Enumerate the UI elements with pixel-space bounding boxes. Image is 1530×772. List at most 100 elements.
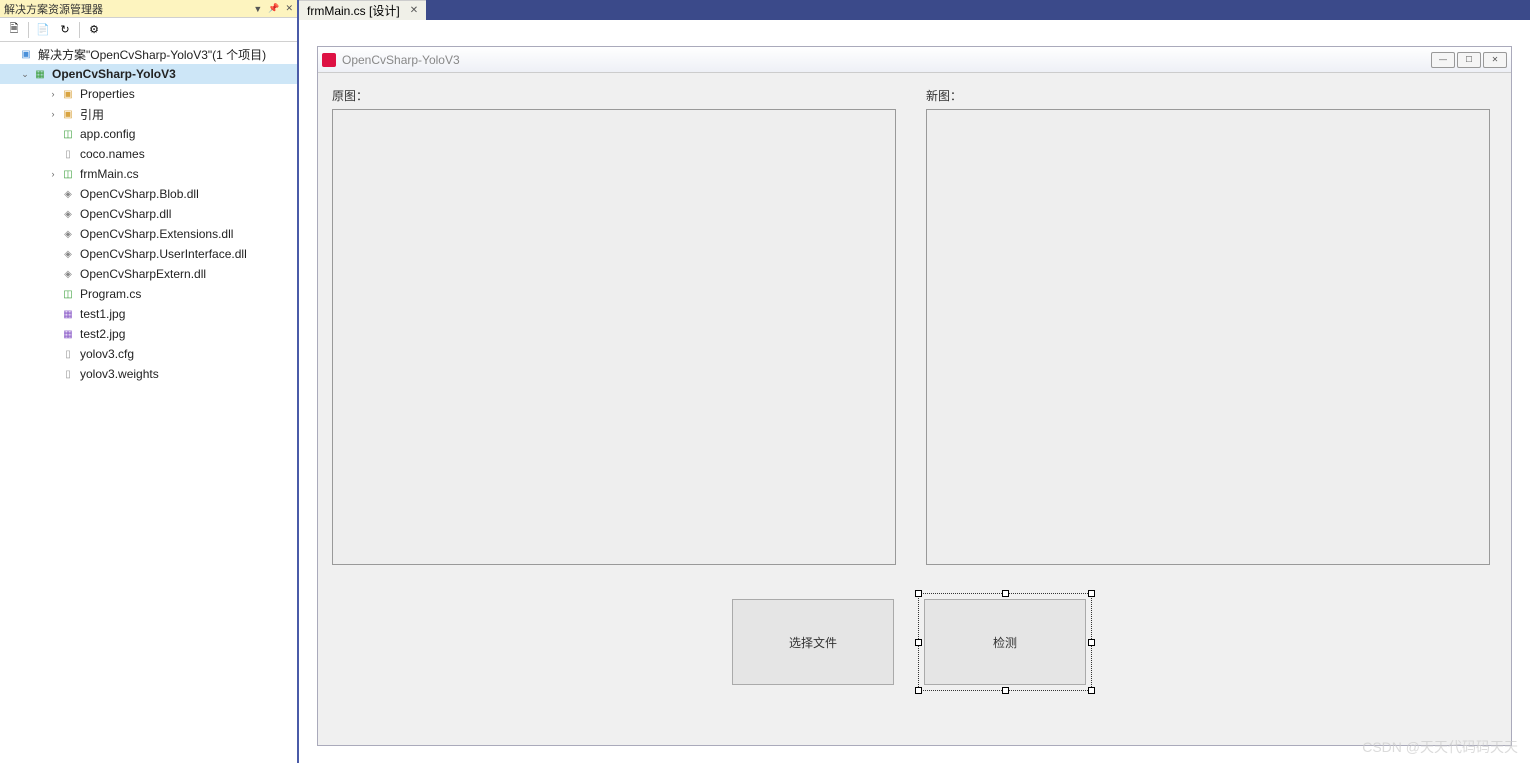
tree-item-label: Program.cs	[80, 287, 141, 301]
label-new[interactable]: 新图：	[926, 87, 962, 104]
tree-item-label: OpenCvSharp.Blob.dll	[80, 187, 199, 201]
tab-label: frmMain.cs [设计]	[307, 2, 400, 19]
tree-item-label: coco.names	[80, 147, 145, 161]
resize-handle[interactable]	[915, 590, 922, 597]
resize-handle[interactable]	[1002, 687, 1009, 694]
tree-item[interactable]: ◈ OpenCvSharp.UserInterface.dll	[0, 244, 297, 264]
img-icon: ▦	[60, 306, 76, 322]
dll-icon: ◈	[60, 266, 76, 282]
tree-item[interactable]: ▯ coco.names	[0, 144, 297, 164]
tree-item[interactable]: ◈ OpenCvSharp.Extensions.dll	[0, 224, 297, 244]
maximize-icon[interactable]: ☐	[1457, 52, 1481, 68]
dll-icon: ◈	[60, 226, 76, 242]
tree-item-label: Properties	[80, 87, 135, 101]
solution-explorer-panel: 解决方案资源管理器 ▼ 📌 ✕ 🗎 📄 ↻ ⚙ ▣ 解决方案"OpenCvSha…	[0, 0, 299, 763]
button-label: 选择文件	[789, 634, 837, 651]
img-icon: ▦	[60, 326, 76, 342]
toolbar-properties-icon[interactable]: 🗎	[4, 20, 24, 40]
tree-item-label: test2.jpg	[80, 327, 125, 341]
tree-item-label: OpenCvSharp.UserInterface.dll	[80, 247, 247, 261]
tree-item-label: OpenCvSharpExtern.dll	[80, 267, 206, 281]
tree-item[interactable]: ›◫frmMain.cs	[0, 164, 297, 184]
toolbar-separator	[79, 22, 80, 38]
form-titlebar: OpenCvSharp-YoloV3 — ☐ ✕	[318, 47, 1511, 73]
expander-icon[interactable]: ›	[46, 169, 60, 179]
tree-item-label: OpenCvSharp.dll	[80, 207, 171, 221]
panel-controls: ▼ 📌 ✕	[253, 3, 293, 14]
panel-header: 解决方案资源管理器 ▼ 📌 ✕	[0, 0, 297, 18]
tree-item-label: OpenCvSharp.Extensions.dll	[80, 227, 233, 241]
form-title: OpenCvSharp-YoloV3	[342, 53, 460, 67]
minimize-icon[interactable]: —	[1431, 52, 1455, 68]
resize-handle[interactable]	[1088, 639, 1095, 646]
project-node[interactable]: ⌄ ▦ OpenCvSharp-YoloV3	[0, 64, 297, 84]
form-app-icon	[322, 53, 336, 67]
designer-surface[interactable]: OpenCvSharp-YoloV3 — ☐ ✕ 原图： 新图： 选择文件 检测	[299, 20, 1530, 772]
resize-handle[interactable]	[915, 687, 922, 694]
folder-icon: ▣	[60, 106, 76, 122]
solution-label: 解决方案"OpenCvSharp-YoloV3"(1 个项目)	[38, 46, 266, 63]
document-tab-bar: frmMain.cs [设计] ✕	[299, 0, 1530, 20]
form-title-left: OpenCvSharp-YoloV3	[322, 53, 460, 67]
folder-icon: ▣	[60, 86, 76, 102]
cs-icon: ◫	[60, 126, 76, 142]
form-window-buttons: — ☐ ✕	[1431, 52, 1507, 68]
tree-item[interactable]: ◫ Program.cs	[0, 284, 297, 304]
main-area: frmMain.cs [设计] ✕ OpenCvSharp-YoloV3 — ☐…	[299, 0, 1530, 763]
dll-icon: ◈	[60, 186, 76, 202]
file-icon: ▯	[60, 366, 76, 382]
form-window[interactable]: OpenCvSharp-YoloV3 — ☐ ✕ 原图： 新图： 选择文件 检测	[317, 46, 1512, 746]
tree-item[interactable]: ◈ OpenCvSharp.dll	[0, 204, 297, 224]
file-icon: ▯	[60, 346, 76, 362]
tree-item-label: yolov3.weights	[80, 367, 159, 381]
document-tab[interactable]: frmMain.cs [设计] ✕	[299, 0, 426, 20]
dll-icon: ◈	[60, 246, 76, 262]
solution-icon: ▣	[18, 46, 34, 62]
detect-button[interactable]: 检测	[924, 599, 1086, 685]
resize-handle[interactable]	[1002, 590, 1009, 597]
tree-item[interactable]: ▦ test2.jpg	[0, 324, 297, 344]
tree-item-label: app.config	[80, 127, 135, 141]
tree-item[interactable]: ›▣ Properties	[0, 84, 297, 104]
picturebox-original[interactable]	[332, 109, 896, 565]
csproject-icon: ▦	[32, 66, 48, 82]
tree-item[interactable]: ◈ OpenCvSharpExtern.dll	[0, 264, 297, 284]
project-label: OpenCvSharp-YoloV3	[52, 67, 176, 81]
expander-icon[interactable]: ›	[46, 109, 60, 119]
cs-icon: ◫	[60, 286, 76, 302]
tree-item[interactable]: ▯ yolov3.weights	[0, 364, 297, 384]
panel-close-icon[interactable]: ✕	[285, 3, 293, 14]
dll-icon: ◈	[60, 206, 76, 222]
solution-toolbar: 🗎 📄 ↻ ⚙	[0, 18, 297, 42]
select-file-button[interactable]: 选择文件	[732, 599, 894, 685]
tree-item[interactable]: ▯ yolov3.cfg	[0, 344, 297, 364]
toolbar-refresh-icon[interactable]: ↻	[55, 20, 75, 40]
close-icon[interactable]: ✕	[1483, 52, 1507, 68]
tree-item[interactable]: ▦ test1.jpg	[0, 304, 297, 324]
tree-item-label: test1.jpg	[80, 307, 125, 321]
tree-item-label: yolov3.cfg	[80, 347, 134, 361]
solution-tree[interactable]: ▣ 解决方案"OpenCvSharp-YoloV3"(1 个项目) ⌄ ▦ Op…	[0, 42, 297, 763]
label-original[interactable]: 原图：	[332, 87, 368, 104]
toolbar-showall-icon[interactable]: 📄	[33, 20, 53, 40]
resize-handle[interactable]	[915, 639, 922, 646]
solution-node[interactable]: ▣ 解决方案"OpenCvSharp-YoloV3"(1 个项目)	[0, 44, 297, 64]
toolbar-separator	[28, 22, 29, 38]
form-body[interactable]: 原图： 新图： 选择文件 检测	[318, 73, 1511, 89]
tree-item[interactable]: ›▣引用	[0, 104, 297, 124]
panel-title: 解决方案资源管理器	[4, 1, 103, 17]
expander-icon[interactable]: ›	[46, 89, 60, 99]
tab-close-icon[interactable]: ✕	[410, 5, 418, 16]
button-label: 检测	[993, 634, 1017, 651]
file-icon: ▯	[60, 146, 76, 162]
tree-item[interactable]: ◈ OpenCvSharp.Blob.dll	[0, 184, 297, 204]
resize-handle[interactable]	[1088, 687, 1095, 694]
expander-icon[interactable]: ⌄	[18, 69, 32, 80]
picturebox-new[interactable]	[926, 109, 1490, 565]
resize-handle[interactable]	[1088, 590, 1095, 597]
panel-pin-icon[interactable]: 📌	[268, 3, 279, 14]
tree-item-label: frmMain.cs	[80, 167, 139, 181]
toolbar-viewcode-icon[interactable]: ⚙	[84, 20, 104, 40]
tree-item[interactable]: ◫ app.config	[0, 124, 297, 144]
panel-dropdown-icon[interactable]: ▼	[253, 4, 262, 14]
